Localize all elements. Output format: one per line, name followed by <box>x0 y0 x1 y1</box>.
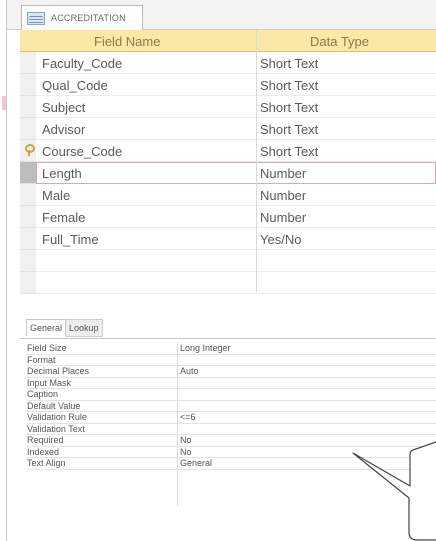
property-row-text-align[interactable]: Text Align General <box>27 458 436 470</box>
property-row-indexed[interactable]: Indexed No <box>27 446 436 458</box>
field-name-cell[interactable]: Full_Time <box>42 232 99 247</box>
property-row-validation-rule[interactable]: Validation Rule <=6 <box>27 412 436 424</box>
data-type-cell[interactable]: Number <box>260 166 306 181</box>
property-row-caption[interactable]: Caption <box>27 389 436 401</box>
property-value[interactable]: No <box>180 447 192 458</box>
table-row-current[interactable]: Length Number <box>20 162 436 184</box>
row-selector[interactable] <box>20 272 36 294</box>
row-selector[interactable] <box>20 96 36 118</box>
property-tabs: General Lookup <box>26 319 103 337</box>
property-row-format[interactable]: Format <box>27 354 436 366</box>
row-selector[interactable] <box>20 118 36 140</box>
current-row-highlight <box>36 162 436 184</box>
primary-key-icon <box>22 144 35 156</box>
table-row-empty[interactable] <box>20 272 436 294</box>
table-row[interactable]: Course_Code Short Text <box>20 140 436 162</box>
column-divider[interactable] <box>256 30 257 292</box>
property-label: Default Value <box>27 400 81 411</box>
table-row[interactable]: Faculty_Code Short Text <box>20 52 436 74</box>
property-label: Caption <box>27 389 59 399</box>
nav-pane-marker <box>2 96 6 110</box>
document-tab-strip: ACCREDITATION <box>7 0 436 30</box>
table-design-icon <box>27 11 45 25</box>
field-name-cell[interactable]: Qual_Code <box>42 78 108 93</box>
data-type-cell[interactable]: Number <box>260 188 306 203</box>
data-type-cell[interactable]: Short Text <box>260 122 318 137</box>
data-type-cell[interactable]: Short Text <box>260 78 318 93</box>
data-type-cell[interactable]: Short Text <box>260 56 318 71</box>
grid-header-row: Field Name Data Type <box>20 30 436 52</box>
row-selector[interactable] <box>20 74 36 96</box>
table-row[interactable]: Male Number <box>20 184 436 206</box>
row-selector[interactable] <box>20 228 36 250</box>
property-row-required[interactable]: Required No <box>27 435 436 447</box>
row-selector[interactable] <box>20 162 36 184</box>
field-name-cell[interactable]: Advisor <box>42 122 85 137</box>
tab-lookup[interactable]: Lookup <box>66 319 103 337</box>
property-row-default-value[interactable]: Default Value <box>27 400 436 412</box>
data-type-header[interactable]: Data Type <box>310 34 369 49</box>
row-selector[interactable] <box>20 250 36 272</box>
table-row[interactable]: Advisor Short Text <box>20 118 436 140</box>
table-row[interactable]: Subject Short Text <box>20 96 436 118</box>
property-label: Decimal Places <box>27 366 90 376</box>
property-row-field-size[interactable]: Field Size Long Integer <box>27 343 436 355</box>
field-name-header[interactable]: Field Name <box>94 34 160 49</box>
field-name-cell[interactable]: Length <box>42 166 82 181</box>
field-name-cell[interactable]: Female <box>42 210 85 225</box>
property-value[interactable]: General <box>180 458 212 469</box>
property-label: Text Align <box>27 458 66 468</box>
data-type-cell[interactable]: Short Text <box>260 100 318 115</box>
property-label: Field Size <box>27 343 67 353</box>
property-label: Format <box>27 354 56 365</box>
property-row-decimal-places[interactable]: Decimal Places Auto <box>27 366 436 378</box>
data-type-cell[interactable]: Short Text <box>260 144 318 159</box>
table-tab-label: ACCREDITATION <box>51 13 126 23</box>
table-tab[interactable]: ACCREDITATION <box>21 5 143 30</box>
property-label: Indexed <box>27 446 60 457</box>
property-row-input-mask[interactable]: Input Mask <box>27 377 436 389</box>
table-row[interactable]: Female Number <box>20 206 436 228</box>
property-value[interactable]: Auto <box>180 366 199 377</box>
property-label: Validation Text <box>27 423 85 434</box>
property-value[interactable]: <=6 <box>180 412 196 423</box>
data-type-cell[interactable]: Number <box>260 210 306 225</box>
field-name-cell[interactable]: Course_Code <box>42 144 122 159</box>
field-name-cell[interactable]: Subject <box>42 100 85 115</box>
row-selector[interactable] <box>20 206 36 228</box>
field-name-cell[interactable]: Male <box>42 188 70 203</box>
property-value[interactable]: Long Integer <box>180 343 231 354</box>
tab-general[interactable]: General <box>26 319 67 337</box>
row-selector[interactable] <box>20 184 36 206</box>
property-label: Required <box>27 435 64 445</box>
field-name-cell[interactable]: Faculty_Code <box>42 56 122 71</box>
row-selector[interactable] <box>20 52 36 74</box>
row-selector[interactable] <box>20 140 36 162</box>
property-label: Input Mask <box>27 377 72 388</box>
property-value[interactable]: No <box>180 435 192 446</box>
data-type-cell[interactable]: Yes/No <box>260 232 301 247</box>
property-row-validation-text[interactable]: Validation Text <box>27 423 436 435</box>
table-row[interactable]: Qual_Code Short Text <box>20 74 436 96</box>
table-row[interactable]: Full_Time Yes/No <box>20 228 436 250</box>
property-label: Validation Rule <box>27 412 87 422</box>
table-row-empty[interactable] <box>20 250 436 272</box>
